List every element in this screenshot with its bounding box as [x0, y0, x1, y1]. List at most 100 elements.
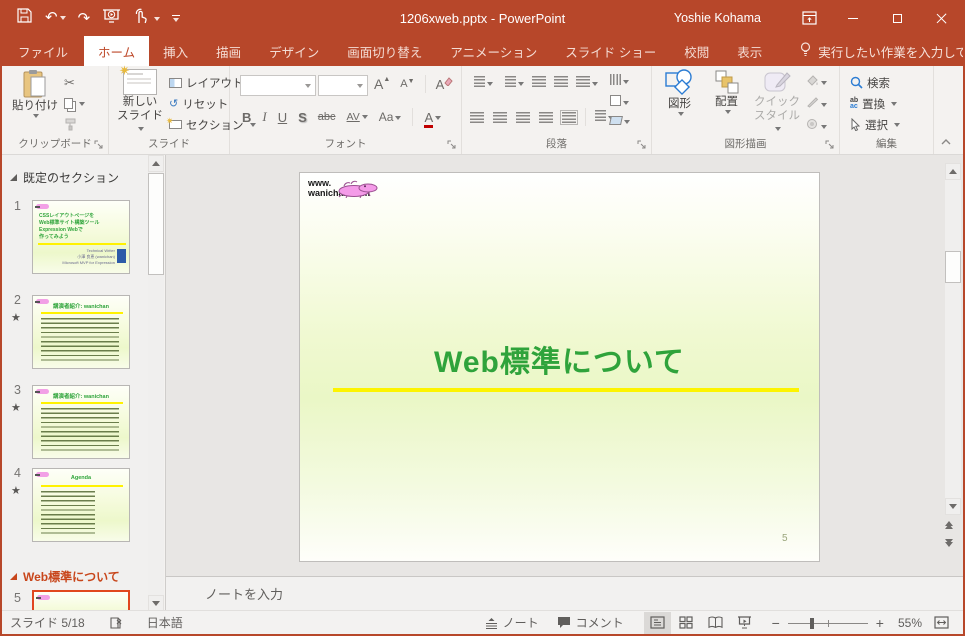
touch-mode-button[interactable]: [133, 8, 160, 29]
copy-button[interactable]: [64, 93, 85, 114]
zoom-slider[interactable]: [787, 617, 868, 629]
slide-sorter-view-button[interactable]: [673, 612, 700, 634]
strikethrough-button[interactable]: abc: [318, 111, 336, 123]
tell-me-box[interactable]: 実行したい作業を入力してください: [790, 36, 963, 66]
editor-scrollbar[interactable]: [945, 163, 961, 515]
arrange-button[interactable]: 配置: [704, 69, 749, 114]
slide-title[interactable]: Web標準について: [300, 337, 819, 381]
bold-button[interactable]: B: [242, 110, 251, 125]
next-slide-button[interactable]: [945, 539, 953, 547]
slide-canvas[interactable]: www. wanichan.com Web標準について 5: [299, 172, 820, 562]
zoom-slider-thumb[interactable]: [809, 617, 814, 629]
zoom-level[interactable]: 55%: [898, 616, 922, 630]
fit-to-window-button[interactable]: [928, 612, 955, 634]
shrink-font-button[interactable]: A▼: [400, 78, 414, 90]
ribbon-display-options-button[interactable]: [787, 0, 831, 36]
scroll-up-button[interactable]: [148, 155, 164, 172]
numbering-button[interactable]: [501, 76, 524, 90]
save-icon[interactable]: [16, 7, 33, 29]
shapes-button[interactable]: 図形: [657, 69, 702, 116]
paste-button[interactable]: 貼り付け: [12, 69, 58, 118]
text-shadow-button[interactable]: S: [298, 110, 307, 125]
underline-button[interactable]: U: [278, 110, 287, 125]
previous-slide-button[interactable]: [945, 521, 953, 529]
convert-smartart-button[interactable]: [609, 116, 630, 128]
tab-design[interactable]: デザイン: [255, 36, 333, 66]
bullets-button[interactable]: [470, 76, 493, 90]
section-header-webstandards[interactable]: Web標準について: [10, 568, 120, 585]
undo-button[interactable]: ↶: [45, 9, 66, 27]
collapse-ribbon-button[interactable]: [941, 136, 951, 148]
slide-thumbnail-1[interactable]: CSSレイアウトページを Web標準サイト構築ツール Expression We…: [32, 200, 130, 274]
font-size-combo[interactable]: [318, 75, 368, 96]
spellcheck-indicator[interactable]: [109, 616, 123, 630]
slide-counter[interactable]: スライド 5/18: [10, 614, 85, 631]
thumbnail-scrollbar[interactable]: [148, 155, 164, 612]
slide-thumbnail-5-selected[interactable]: [32, 590, 130, 612]
cut-button[interactable]: ✂: [64, 72, 85, 93]
select-button[interactable]: 選択: [850, 114, 900, 135]
replace-button[interactable]: ab ac 置換: [850, 93, 900, 114]
find-button[interactable]: 検索: [850, 72, 900, 93]
grow-font-button[interactable]: A▲: [374, 76, 390, 92]
increase-indent-button[interactable]: [554, 76, 568, 90]
section-header-default[interactable]: 既定のセクション: [10, 169, 119, 186]
format-painter-button[interactable]: [64, 114, 85, 135]
paragraph-dialog-launcher[interactable]: [637, 140, 647, 150]
decrease-indent-button[interactable]: [532, 76, 546, 90]
align-left-button[interactable]: [470, 111, 484, 123]
slideshow-view-button[interactable]: [731, 612, 758, 634]
notes-toggle[interactable]: ノート: [485, 614, 539, 631]
drawing-dialog-launcher[interactable]: [825, 140, 835, 150]
distribute-button[interactable]: [560, 109, 578, 125]
normal-view-button[interactable]: [643, 611, 671, 634]
customize-qat-button[interactable]: [171, 14, 180, 22]
change-case-button[interactable]: Aa: [379, 110, 402, 124]
tab-animations[interactable]: アニメーション: [436, 36, 551, 66]
tab-review[interactable]: 校閲: [670, 36, 723, 66]
tab-view[interactable]: 表示: [723, 36, 776, 66]
line-spacing-button[interactable]: [576, 76, 598, 90]
redo-button[interactable]: ↷: [78, 11, 91, 26]
font-name-combo[interactable]: [240, 75, 316, 96]
tab-insert[interactable]: 挿入: [149, 36, 202, 66]
slide-thumbnail-2[interactable]: 講演者紹介: wanichan: [32, 295, 130, 369]
text-direction-button[interactable]: [610, 74, 630, 88]
align-text-button[interactable]: [610, 95, 630, 109]
clipboard-dialog-launcher[interactable]: [94, 140, 104, 150]
italic-button[interactable]: I: [262, 109, 266, 125]
tab-slideshow[interactable]: スライド ショー: [551, 36, 670, 66]
slide-thumbnail-3[interactable]: 講演者紹介: wanichan: [32, 385, 130, 459]
start-slideshow-button[interactable]: [102, 8, 121, 29]
scrollbar-thumb[interactable]: [148, 173, 164, 275]
minimize-button[interactable]: [831, 0, 875, 36]
scrollbar-thumb[interactable]: [945, 251, 961, 283]
shape-effects-button[interactable]: [806, 118, 827, 133]
account-name[interactable]: Yoshie Kohama: [674, 11, 761, 25]
font-dialog-launcher[interactable]: [447, 140, 457, 150]
close-button[interactable]: [919, 0, 963, 36]
comments-toggle[interactable]: コメント: [557, 614, 624, 631]
tab-file[interactable]: ファイル: [2, 36, 84, 66]
scroll-down-button[interactable]: [945, 498, 961, 515]
font-color-button[interactable]: A: [424, 109, 442, 128]
scroll-up-button[interactable]: [945, 163, 961, 180]
character-spacing-button[interactable]: AV: [347, 111, 368, 123]
notes-pane[interactable]: ノートを入力: [166, 576, 963, 610]
align-right-button[interactable]: [516, 111, 530, 123]
tab-draw[interactable]: 描画: [202, 36, 255, 66]
tab-home[interactable]: ホーム: [84, 36, 150, 66]
tab-transitions[interactable]: 画面切り替え: [333, 36, 436, 66]
language-indicator[interactable]: 日本語: [147, 614, 183, 631]
new-slide-button[interactable]: ✷ 新しい スライド: [116, 64, 164, 136]
zoom-in-button[interactable]: +: [876, 615, 884, 631]
align-center-button[interactable]: [493, 111, 507, 123]
justify-button[interactable]: [539, 111, 553, 123]
shape-outline-button[interactable]: [806, 96, 827, 111]
quick-styles-button[interactable]: クイック スタイル: [751, 69, 803, 136]
clear-formatting-button[interactable]: A: [436, 77, 454, 92]
zoom-out-button[interactable]: −: [772, 615, 780, 631]
reading-view-button[interactable]: [702, 612, 729, 634]
shape-fill-button[interactable]: [806, 74, 827, 89]
maximize-button[interactable]: [875, 0, 919, 36]
